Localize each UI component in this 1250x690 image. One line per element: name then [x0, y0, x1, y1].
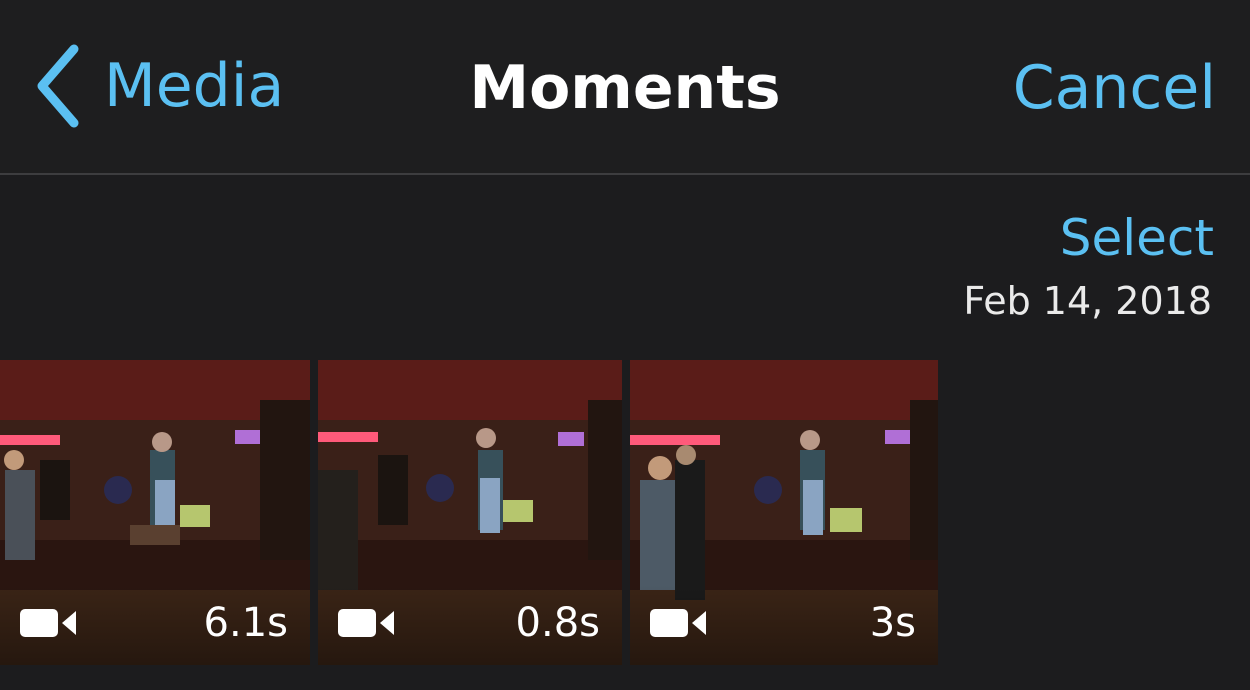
video-thumbnail[interactable]: 6.1s: [0, 360, 310, 665]
video-thumbnail[interactable]: 0.8s: [318, 360, 622, 665]
navigation-bar: Media Moments Cancel: [0, 0, 1250, 175]
video-grid: 6.1s 0.8s 3s: [0, 360, 940, 665]
moment-date: Feb 14, 2018: [963, 279, 1212, 323]
video-camera-icon: [650, 609, 706, 637]
cancel-button[interactable]: Cancel: [1013, 58, 1216, 118]
video-thumbnail[interactable]: 3s: [630, 360, 938, 665]
video-camera-icon: [338, 609, 394, 637]
video-duration: 3s: [869, 600, 916, 646]
video-duration: 0.8s: [515, 600, 600, 646]
select-button[interactable]: Select: [1060, 213, 1214, 263]
video-duration: 6.1s: [203, 600, 288, 646]
moment-section-header: Select Feb 14, 2018: [0, 175, 1250, 360]
video-camera-icon: [20, 609, 76, 637]
